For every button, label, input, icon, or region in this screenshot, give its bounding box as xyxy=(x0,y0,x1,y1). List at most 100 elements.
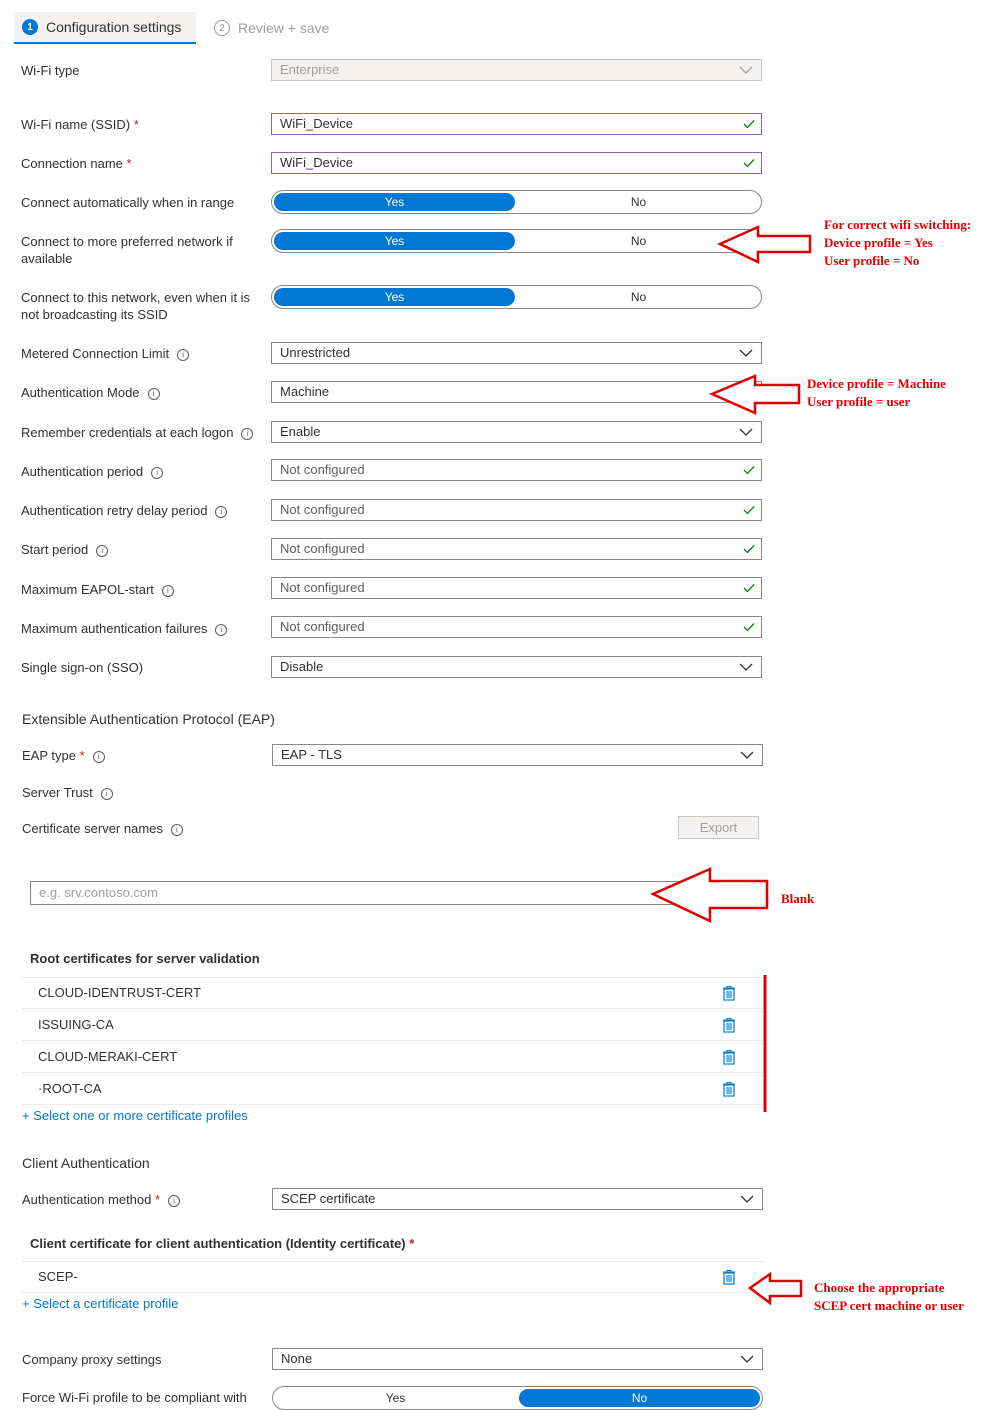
info-icon[interactable]: i xyxy=(147,388,160,400)
ssid-input[interactable]: WiFi_Device xyxy=(271,113,762,135)
connect-auto-toggle[interactable]: Yes No xyxy=(271,190,762,214)
auth-method-select[interactable]: SCEP certificate xyxy=(272,1188,763,1210)
auth-mode-select[interactable]: Machine xyxy=(271,381,762,403)
check-icon xyxy=(743,120,755,129)
info-icon[interactable]: i xyxy=(96,545,109,557)
info-icon[interactable]: i xyxy=(215,506,228,518)
trash-icon[interactable] xyxy=(722,985,736,1001)
client-auth-section-title: Client Authentication xyxy=(22,1155,150,1171)
sso-value: Disable xyxy=(280,659,324,674)
connect-hidden-yes[interactable]: Yes xyxy=(274,288,515,306)
annotation-bracket-icon xyxy=(763,975,767,1112)
remember-creds-select[interactable]: Enable xyxy=(271,421,762,443)
wifi-type-select: Enterprise xyxy=(271,59,762,81)
tab-review-save[interactable]: 2 Review + save xyxy=(214,12,329,44)
ssid-value: WiFi_Device xyxy=(280,116,353,131)
chevron-down-icon xyxy=(739,349,753,357)
export-button[interactable]: Export xyxy=(678,816,759,839)
remember-creds-label: Remember credentials at each logon i xyxy=(21,424,261,441)
annotation-auth-mode: Device profile = Machine User profile = … xyxy=(807,376,946,409)
check-icon xyxy=(743,584,755,593)
force-compliant-label: Force Wi-Fi profile to be compliant with xyxy=(22,1390,247,1405)
list-item: ISSUING-CA xyxy=(22,1009,764,1041)
check-icon xyxy=(743,545,755,554)
connect-auto-no[interactable]: No xyxy=(518,193,759,211)
connect-preferred-yes[interactable]: Yes xyxy=(274,232,515,250)
connection-name-value: WiFi_Device xyxy=(280,155,353,170)
proxy-value: None xyxy=(281,1351,313,1366)
max-eapol-input[interactable]: Not configured xyxy=(271,577,762,599)
info-icon[interactable]: i xyxy=(170,824,183,836)
annotation-blank: Blank xyxy=(781,891,815,906)
metered-select[interactable]: Unrestricted xyxy=(271,342,762,364)
wifi-type-label: Wi-Fi type xyxy=(21,63,80,78)
info-icon[interactable]: i xyxy=(241,428,254,440)
force-compliant-toggle[interactable]: Yes No xyxy=(272,1386,763,1410)
eap-type-label: EAP type * i xyxy=(22,747,262,764)
auth-method-label: Authentication method * i xyxy=(22,1191,262,1208)
proxy-select[interactable]: None xyxy=(272,1348,763,1370)
annotation-arrow-icon xyxy=(747,1271,803,1306)
metered-label: Metered Connection Limit i xyxy=(21,345,261,362)
auth-period-label: Authentication period i xyxy=(21,463,261,480)
info-icon[interactable]: i xyxy=(92,751,105,763)
trash-icon[interactable] xyxy=(722,1081,736,1097)
remember-creds-value: Enable xyxy=(280,424,321,439)
list-item: ·ROOT-CA xyxy=(22,1073,764,1105)
connect-preferred-toggle[interactable]: Yes No xyxy=(271,229,762,253)
info-icon[interactable]: i xyxy=(151,467,164,479)
max-auth-fail-input[interactable]: Not configured xyxy=(271,616,762,638)
force-compliant-yes[interactable]: Yes xyxy=(275,1389,516,1407)
select-cert-profile-link[interactable]: + Select a certificate profile xyxy=(22,1296,178,1311)
force-compliant-no[interactable]: No xyxy=(519,1389,760,1407)
check-icon xyxy=(743,466,755,475)
eap-section-title: Extensible Authentication Protocol (EAP) xyxy=(22,711,275,727)
connect-hidden-toggle[interactable]: Yes No xyxy=(271,285,762,309)
check-icon xyxy=(743,159,755,168)
annotation-arrow-icon xyxy=(708,374,801,415)
connection-name-label: Connection name * xyxy=(21,156,132,171)
server-trust-label: Server Trust i xyxy=(22,784,262,801)
info-icon[interactable]: i xyxy=(100,788,113,800)
connection-name-input[interactable]: WiFi_Device xyxy=(271,152,762,174)
cert-name: ISSUING-CA xyxy=(38,1017,114,1032)
auth-period-input[interactable]: Not configured xyxy=(271,459,762,481)
auth-retry-input[interactable]: Not configured xyxy=(271,499,762,521)
trash-icon[interactable] xyxy=(722,1049,736,1065)
list-item: CLOUD-IDENTRUST-CERT xyxy=(22,977,764,1009)
ssid-label: Wi-Fi name (SSID) * xyxy=(21,117,139,132)
annotation-arrow-icon xyxy=(717,225,812,264)
server-name-input[interactable]: e.g. srv.contoso.com xyxy=(30,881,715,905)
cert-server-names-label: Certificate server names i xyxy=(22,820,262,837)
annotation-arrow-icon xyxy=(649,867,769,923)
wifi-type-value: Enterprise xyxy=(280,62,340,77)
check-icon xyxy=(743,506,755,515)
sso-select[interactable]: Disable xyxy=(271,656,762,678)
auth-mode-value: Machine xyxy=(280,384,330,399)
list-item: CLOUD-MERAKI-CERT xyxy=(22,1041,764,1073)
check-icon xyxy=(743,623,755,632)
info-icon[interactable]: i xyxy=(161,585,174,597)
info-icon[interactable]: i xyxy=(215,624,228,636)
trash-icon[interactable] xyxy=(722,1269,736,1285)
list-item: SCEP- xyxy=(22,1261,764,1293)
metered-value: Unrestricted xyxy=(280,345,351,360)
select-cert-profiles-link[interactable]: + Select one or more certificate profile… xyxy=(22,1108,248,1123)
eap-type-select[interactable]: EAP - TLS xyxy=(272,744,763,766)
auth-retry-value: Not configured xyxy=(280,502,365,517)
trash-icon[interactable] xyxy=(722,1017,736,1033)
max-eapol-label: Maximum EAPOL-start i xyxy=(21,581,261,598)
connect-hidden-no[interactable]: No xyxy=(518,288,759,306)
max-auth-fail-value: Not configured xyxy=(280,619,365,634)
tab-configuration-settings[interactable]: 1 Configuration settings xyxy=(14,12,196,44)
cert-name: ·ROOT-CA xyxy=(38,1081,102,1096)
sso-label: Single sign-on (SSO) xyxy=(21,660,144,675)
start-period-input[interactable]: Not configured xyxy=(271,538,762,560)
connect-auto-label: Connect automatically when in range xyxy=(21,195,235,210)
connect-auto-yes[interactable]: Yes xyxy=(274,193,515,211)
client-cert-name: SCEP- xyxy=(38,1269,78,1284)
info-icon[interactable]: i xyxy=(177,349,190,361)
cert-name: CLOUD-MERAKI-CERT xyxy=(38,1049,178,1064)
info-icon[interactable]: i xyxy=(168,1195,181,1207)
step-1-badge: 1 xyxy=(22,19,38,35)
